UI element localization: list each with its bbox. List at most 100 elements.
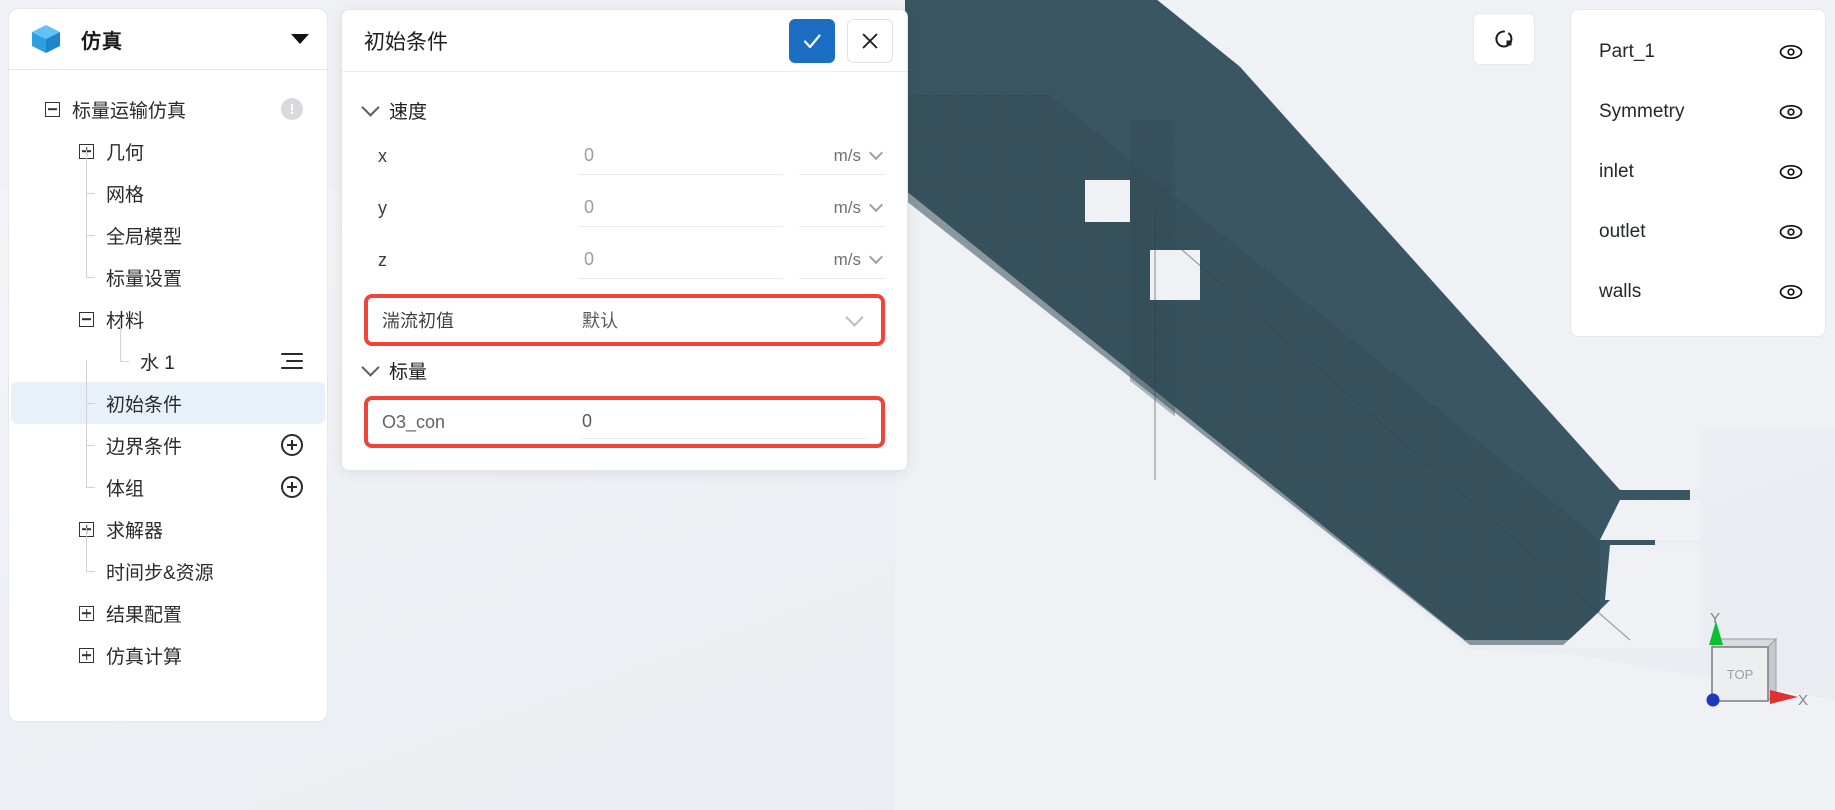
section-velocity-header[interactable]: 速度 bbox=[361, 90, 885, 130]
tree-item-global-model[interactable]: 全局模型 bbox=[11, 192, 325, 256]
tree-item-initial-conditions[interactable]: 初始条件 bbox=[11, 360, 325, 424]
chevron-down-icon bbox=[361, 98, 380, 117]
plus-circle-icon[interactable] bbox=[281, 476, 303, 498]
tree-item-label: 体组 bbox=[106, 478, 145, 500]
initial-conditions-dialog: 初始条件 速度 x 0 m/s y 0 m/s z 0 m/s 湍流初值 默认 … bbox=[341, 9, 908, 471]
part-row-outlet[interactable]: outlet bbox=[1571, 202, 1825, 262]
eye-icon[interactable] bbox=[1779, 284, 1803, 300]
tree-item-water-1[interactable]: 水 1 bbox=[11, 318, 325, 382]
eye-icon[interactable] bbox=[1779, 224, 1803, 240]
expand-toggle-icon[interactable] bbox=[79, 647, 94, 663]
velocity-y-unit-label: m/s bbox=[833, 197, 861, 217]
caret-down-icon[interactable] bbox=[291, 34, 309, 44]
collapse-toggle-icon[interactable] bbox=[45, 101, 60, 117]
collapse-toggle-icon[interactable] bbox=[79, 311, 94, 327]
chevron-down-icon bbox=[868, 249, 884, 265]
check-icon bbox=[803, 33, 821, 48]
velocity-x-input[interactable]: 0 bbox=[578, 137, 783, 175]
tree-item-label: 边界条件 bbox=[106, 436, 183, 458]
parts-visibility-panel: Part_1 Symmetry inlet outlet walls bbox=[1570, 9, 1826, 337]
dialog-header: 初始条件 bbox=[342, 10, 907, 72]
project-tree: 标量运输仿真 ! 几何 网格 全局模型 标量设置 材料 水 1 初始条件 边界条… bbox=[8, 70, 328, 722]
part-row-inlet[interactable]: inlet bbox=[1571, 142, 1825, 202]
tree-item-scalar-settings[interactable]: 标量设置 bbox=[11, 234, 325, 298]
reset-view-button[interactable] bbox=[1473, 13, 1535, 65]
list-lines-icon[interactable] bbox=[281, 353, 303, 369]
dialog-title: 初始条件 bbox=[364, 30, 448, 54]
tree-item-result-config[interactable]: 结果配置 bbox=[11, 592, 325, 634]
expand-toggle-icon[interactable] bbox=[79, 605, 94, 621]
left-sidebar: 仿真 标量运输仿真 ! 几何 网格 全局模型 标量设置 材料 水 1 初始条件 … bbox=[8, 8, 328, 722]
eye-icon[interactable] bbox=[1779, 104, 1803, 120]
tree-item-label: 材料 bbox=[106, 310, 145, 332]
tree-item-run-simulation[interactable]: 仿真计算 bbox=[11, 634, 325, 676]
close-icon bbox=[862, 33, 878, 48]
confirm-button[interactable] bbox=[789, 18, 835, 63]
plus-circle-icon[interactable] bbox=[281, 434, 303, 456]
tree-item-mesh[interactable]: 网格 bbox=[11, 150, 325, 214]
velocity-x-unit-select[interactable]: m/s bbox=[799, 137, 885, 175]
eye-icon[interactable] bbox=[1779, 44, 1803, 60]
tree-item-geometry[interactable]: 几何 bbox=[11, 130, 325, 172]
application-window: Y X TOP 仿真 标量运输仿真 ! 几何 网格 全局模型 标量设置 材料 水… bbox=[0, 0, 1835, 810]
section-scalar-label: 标量 bbox=[389, 361, 428, 383]
turbulence-initial-value-row[interactable]: 湍流初值 默认 bbox=[364, 294, 885, 346]
scalar-o3con-input[interactable]: 0 bbox=[582, 405, 867, 439]
tree-item-label: 水 1 bbox=[140, 352, 175, 374]
velocity-x-label: x bbox=[378, 145, 387, 166]
tree-item-boundary-conditions[interactable]: 边界条件 bbox=[11, 402, 325, 466]
dialog-body: 速度 x 0 m/s y 0 m/s z 0 m/s 湍流初值 默认 标量 O3… bbox=[342, 72, 907, 470]
part-row-walls[interactable]: walls bbox=[1571, 262, 1825, 322]
chevron-down-icon bbox=[361, 358, 380, 377]
velocity-z-input[interactable]: 0 bbox=[578, 241, 783, 279]
tree-item-solver[interactable]: 求解器 bbox=[11, 508, 325, 550]
part-row-symmetry[interactable]: Symmetry bbox=[1571, 82, 1825, 142]
chevron-down-icon[interactable] bbox=[845, 308, 864, 327]
blue-cube-icon bbox=[32, 25, 60, 53]
part-label: inlet bbox=[1599, 161, 1634, 182]
warning-circle-icon[interactable]: ! bbox=[281, 98, 303, 120]
tree-item-label: 初始条件 bbox=[106, 394, 183, 416]
part-label: Part_1 bbox=[1599, 41, 1655, 62]
eye-icon[interactable] bbox=[1779, 164, 1803, 180]
velocity-y-unit-select[interactable]: m/s bbox=[799, 189, 885, 227]
app-header[interactable]: 仿真 bbox=[8, 8, 328, 70]
scalar-o3con-label: O3_con bbox=[382, 411, 446, 432]
tree-branch-line bbox=[79, 528, 95, 592]
tree-item-label: 全局模型 bbox=[106, 226, 183, 248]
reset-view-icon bbox=[1495, 30, 1513, 48]
tree-item-timestep-resources[interactable]: 时间步&资源 bbox=[11, 528, 325, 592]
chevron-down-icon bbox=[868, 197, 884, 213]
velocity-y-input[interactable]: 0 bbox=[578, 189, 783, 227]
section-velocity-label: 速度 bbox=[389, 101, 428, 123]
cancel-button[interactable] bbox=[847, 18, 893, 63]
scalar-o3con-row[interactable]: O3_con 0 bbox=[364, 396, 885, 448]
velocity-z-label: z bbox=[378, 249, 387, 270]
tree-item-label: 标量设置 bbox=[106, 268, 183, 290]
tree-item-label: 网格 bbox=[106, 184, 145, 206]
tree-item-label: 标量运输仿真 bbox=[72, 100, 187, 122]
tree-item-volume-group[interactable]: 体组 bbox=[11, 444, 325, 508]
tree-item-label: 求解器 bbox=[106, 520, 164, 542]
velocity-y-row: y 0 m/s bbox=[364, 182, 885, 234]
tree-branch-line bbox=[79, 234, 95, 298]
tree-item-material[interactable]: 材料 bbox=[11, 298, 325, 340]
part-row-part-1[interactable]: Part_1 bbox=[1571, 22, 1825, 82]
turbulence-initial-value-select[interactable]: 默认 bbox=[582, 307, 848, 333]
axis-face-label: TOP bbox=[1727, 667, 1754, 682]
velocity-z-unit-label: m/s bbox=[833, 249, 861, 269]
velocity-z-row: z 0 m/s bbox=[364, 234, 885, 286]
tree-item-scalar-transport-sim[interactable]: 标量运输仿真 ! bbox=[11, 88, 325, 130]
velocity-x-row: x 0 m/s bbox=[364, 130, 885, 182]
part-label: walls bbox=[1599, 281, 1642, 302]
axis-orientation-widget[interactable]: Y X TOP bbox=[1690, 605, 1820, 725]
velocity-y-label: y bbox=[378, 197, 387, 218]
tree-item-label: 仿真计算 bbox=[106, 646, 183, 668]
app-title: 仿真 bbox=[81, 30, 123, 53]
velocity-x-unit-label: m/s bbox=[833, 145, 861, 165]
part-label: Symmetry bbox=[1599, 101, 1685, 122]
section-scalar-header[interactable]: 标量 bbox=[361, 350, 885, 390]
part-label: outlet bbox=[1599, 221, 1646, 242]
chevron-down-icon bbox=[868, 145, 884, 161]
velocity-z-unit-select[interactable]: m/s bbox=[799, 241, 885, 279]
